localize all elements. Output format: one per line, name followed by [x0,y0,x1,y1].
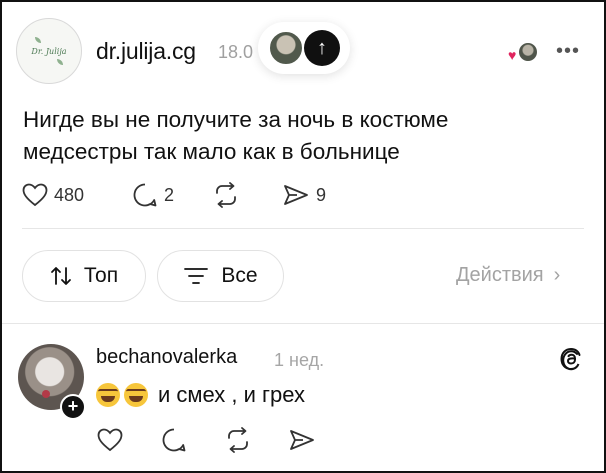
replier-avatar [268,30,304,66]
divider [22,228,584,229]
repost-icon [216,182,236,208]
post-text-line: Нигде вы не получите за ночь в костюме [23,107,449,132]
filter-icon [184,268,209,284]
scroll-up-arrow-icon[interactable]: ↑ [304,30,340,66]
post-text: Нигде вы не получите за ночь в костюме м… [23,104,583,168]
repost-icon[interactable] [224,426,252,454]
comment-actions [96,426,336,454]
follow-plus-icon[interactable]: + [60,394,86,420]
rofl-emoji-icon [96,383,120,407]
like-count: 480 [54,184,85,205]
activity-link[interactable]: Действия › [456,264,560,287]
comment-icon [133,183,157,207]
more-icon[interactable]: ••• [556,40,580,63]
reply-count: 2 [164,184,175,205]
chevron-right-icon: › [553,264,561,286]
comment-icon[interactable] [160,426,188,454]
heart-icon[interactable] [96,426,124,454]
commenter-username[interactable]: bechanovalerka [96,346,237,369]
divider [2,323,604,324]
logo-leaf-icon [35,37,41,43]
post-text-line: медсестры так мало как в больнице [23,139,400,164]
like-button[interactable]: 480 [22,180,84,210]
sort-top-button[interactable]: Топ [22,250,146,302]
liked-by-indicator[interactable]: ♥ [508,42,538,64]
share-count: 9 [316,184,327,205]
filter-all-label: Все [221,264,258,287]
author-avatar[interactable]: Dr. Julija [16,18,82,84]
heart-icon [22,183,48,207]
comment-text: и смех , и грех [158,382,306,407]
rofl-emoji-icon [124,383,148,407]
logo-leaf-icon [57,59,63,65]
sort-arrows-icon [50,267,71,285]
share-button[interactable]: 9 [282,180,326,210]
filter-all-button[interactable]: Все [157,250,284,302]
sort-top-label: Топ [83,264,119,287]
avatar-detail [42,390,50,398]
author-username[interactable]: dr.julija.cg [96,38,196,65]
share-icon[interactable] [288,426,316,454]
activity-label: Действия [456,264,544,286]
comment-body: и смех , и грех [96,382,305,408]
reply-button[interactable]: 2 [132,180,174,210]
post-timestamp: 18.0 [218,42,254,62]
avatar-logo-text: Dr. Julija [31,46,67,56]
share-icon [284,185,308,205]
liker-avatar [518,42,538,62]
threads-icon[interactable] [558,346,584,372]
repost-button[interactable] [212,180,240,210]
comment-timestamp: 1 нед. [274,350,325,370]
